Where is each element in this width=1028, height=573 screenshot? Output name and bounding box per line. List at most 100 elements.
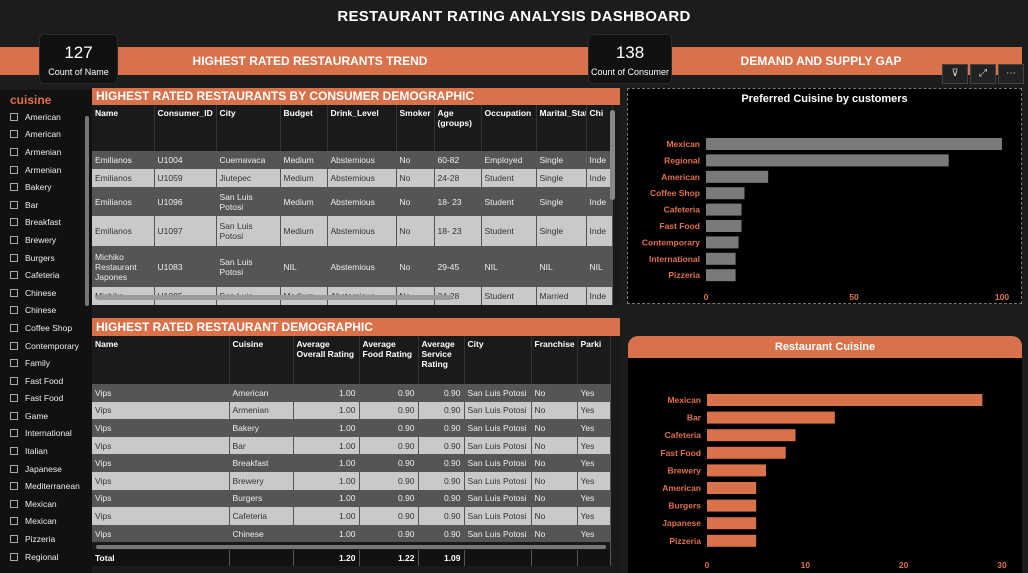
- checkbox-icon[interactable]: [10, 359, 18, 368]
- table-cell: 0.90: [359, 419, 419, 437]
- checkbox-icon[interactable]: [10, 200, 18, 209]
- column-header[interactable]: City: [216, 105, 281, 151]
- checkbox-icon[interactable]: [10, 147, 18, 156]
- checkbox-icon[interactable]: [10, 253, 18, 262]
- checkbox-icon[interactable]: [10, 130, 18, 139]
- slicer-item[interactable]: Japanese: [0, 460, 92, 478]
- checkbox-icon[interactable]: [10, 235, 18, 244]
- table-row[interactable]: Emilianos U1097 San Luis Potosi Medium Abste…: [92, 216, 613, 246]
- filter-icon[interactable]: ⊽: [942, 64, 968, 84]
- slicer-item[interactable]: Chinese: [0, 302, 92, 320]
- slicer-item[interactable]: Family: [0, 354, 92, 372]
- slicer-item[interactable]: Mexican: [0, 495, 92, 513]
- checkbox-icon[interactable]: [10, 306, 18, 315]
- slicer-scrollbar[interactable]: [85, 116, 89, 306]
- table-row[interactable]: Vips American 1.00 0.90 0.90 San Luis Potosi N…: [92, 384, 611, 402]
- slicer-item[interactable]: International: [0, 425, 92, 443]
- table-hscrollbar[interactable]: [96, 545, 606, 549]
- slicer-item[interactable]: Cafeteria: [0, 266, 92, 284]
- checkbox-icon[interactable]: [10, 482, 18, 491]
- category-label: Cafeteria: [665, 430, 702, 440]
- bar: [707, 534, 757, 547]
- checkbox-icon[interactable]: [10, 394, 18, 403]
- table-row[interactable]: Vips Burgers 1.00 0.90 0.90 San Luis Potosi No…: [92, 489, 611, 508]
- table-row[interactable]: Emilianos U1059 Jiutepec Medium Abstemious No…: [92, 169, 613, 187]
- column-header[interactable]: Drink_Level: [327, 105, 397, 151]
- column-header[interactable]: Budget: [280, 105, 328, 151]
- table-row[interactable]: Emilianos U1004 Cuernavaca Medium Abstemious…: [92, 151, 613, 169]
- column-header[interactable]: Occupation: [481, 105, 537, 151]
- table-row[interactable]: Vips Bakery 1.00 0.90 0.90 San Luis Potosi No Y…: [92, 419, 611, 437]
- column-header[interactable]: Franchise: [531, 336, 578, 384]
- column-header[interactable]: Marital_Status: [536, 105, 587, 151]
- column-header[interactable]: Average Overall Rating: [293, 336, 360, 384]
- slicer-item[interactable]: Bakery: [0, 178, 92, 196]
- slicer-item[interactable]: Armenian: [0, 161, 92, 179]
- slicer-item[interactable]: Italian: [0, 442, 92, 460]
- table-cell: Abstemious: [327, 151, 397, 169]
- table-row[interactable]: Vips Armenian 1.00 0.90 0.90 San Luis Potosi N…: [92, 401, 611, 420]
- checkbox-icon[interactable]: [10, 218, 18, 227]
- column-header[interactable]: Consumer_ID: [154, 105, 217, 151]
- column-header[interactable]: Average Food Rating: [359, 336, 419, 384]
- table-row[interactable]: Vips Bar 1.00 0.90 0.90 San Luis Potosi No Yes: [92, 436, 611, 455]
- bar: [706, 170, 769, 183]
- checkbox-icon[interactable]: [10, 376, 18, 385]
- checkbox-icon[interactable]: [10, 112, 18, 121]
- checkbox-icon[interactable]: [10, 535, 18, 544]
- slicer-item[interactable]: Fast Food: [0, 372, 92, 390]
- restaurant-demographic-table: HIGHEST RATED RESTAURANT DEMOGRAPHIC Nam…: [92, 318, 620, 573]
- slicer-item[interactable]: Regional: [0, 548, 92, 566]
- checkbox-icon[interactable]: [10, 447, 18, 456]
- column-header[interactable]: Chi: [586, 105, 613, 151]
- checkbox-icon[interactable]: [10, 323, 18, 332]
- checkbox-icon[interactable]: [10, 183, 18, 192]
- slicer-item[interactable]: Burgers: [0, 249, 92, 267]
- checkbox-icon[interactable]: [10, 517, 18, 526]
- checkbox-icon[interactable]: [10, 411, 18, 420]
- table-row[interactable]: Vips Cafeteria 1.00 0.90 0.90 San Luis Potosi…: [92, 507, 611, 525]
- table-row[interactable]: Michiko Restaurant Japones U1083 San Luis …: [92, 246, 613, 287]
- checkbox-icon[interactable]: [10, 165, 18, 174]
- column-header[interactable]: Smoker: [396, 105, 435, 151]
- table-row[interactable]: Vips Brewery 1.00 0.90 0.90 San Luis Potosi No…: [92, 471, 611, 490]
- slicer-item[interactable]: Game: [0, 407, 92, 425]
- checkbox-icon[interactable]: [10, 429, 18, 438]
- slicer-item[interactable]: Brewery: [0, 231, 92, 249]
- table-vscrollbar[interactable]: [610, 110, 615, 200]
- checkbox-icon[interactable]: [10, 288, 18, 297]
- slicer-item[interactable]: Contemporary: [0, 337, 92, 355]
- column-header[interactable]: Average Service Rating: [418, 336, 465, 384]
- table-cell: No: [531, 489, 578, 508]
- checkbox-icon[interactable]: [10, 341, 18, 350]
- slicer-item[interactable]: Pizzeria: [0, 530, 92, 548]
- slicer-item[interactable]: Bar: [0, 196, 92, 214]
- column-header[interactable]: Parki: [577, 336, 611, 384]
- column-header[interactable]: City: [464, 336, 532, 384]
- focus-mode-icon[interactable]: ⤢: [970, 64, 996, 84]
- table-cell: Cuernavaca: [216, 151, 281, 169]
- checkbox-icon[interactable]: [10, 552, 18, 561]
- table-row[interactable]: Vips Chinese 1.00 0.90 0.90 San Luis Potosi No…: [92, 524, 611, 543]
- column-header[interactable]: Name: [92, 336, 230, 384]
- slicer-item[interactable]: American: [0, 108, 92, 126]
- slicer-item[interactable]: Breakfast: [0, 214, 92, 232]
- table-row[interactable]: Vips Breakfast 1.00 0.90 0.90 San Luis Potosi…: [92, 454, 611, 472]
- more-options-icon[interactable]: ⋯: [998, 64, 1024, 84]
- slicer-item[interactable]: Coffee Shop: [0, 319, 92, 337]
- slicer-item[interactable]: Fast Food: [0, 390, 92, 408]
- slicer-item[interactable]: American: [0, 126, 92, 144]
- slicer-item[interactable]: Mexican: [0, 513, 92, 531]
- slicer-item-label: Mexican: [25, 498, 57, 509]
- slicer-item[interactable]: Chinese: [0, 284, 92, 302]
- table-row[interactable]: Emilianos U1096 San Luis Potosi Medium Abste…: [92, 187, 613, 216]
- checkbox-icon[interactable]: [10, 499, 18, 508]
- column-header[interactable]: Age (groups): [434, 105, 482, 151]
- checkbox-icon[interactable]: [10, 271, 18, 280]
- slicer-item[interactable]: Mediterranean: [0, 477, 92, 495]
- column-header[interactable]: Name: [92, 105, 155, 151]
- table-hscrollbar[interactable]: [96, 295, 452, 300]
- slicer-item[interactable]: Armenian: [0, 143, 92, 161]
- checkbox-icon[interactable]: [10, 464, 18, 473]
- column-header[interactable]: Cuisine: [229, 336, 294, 384]
